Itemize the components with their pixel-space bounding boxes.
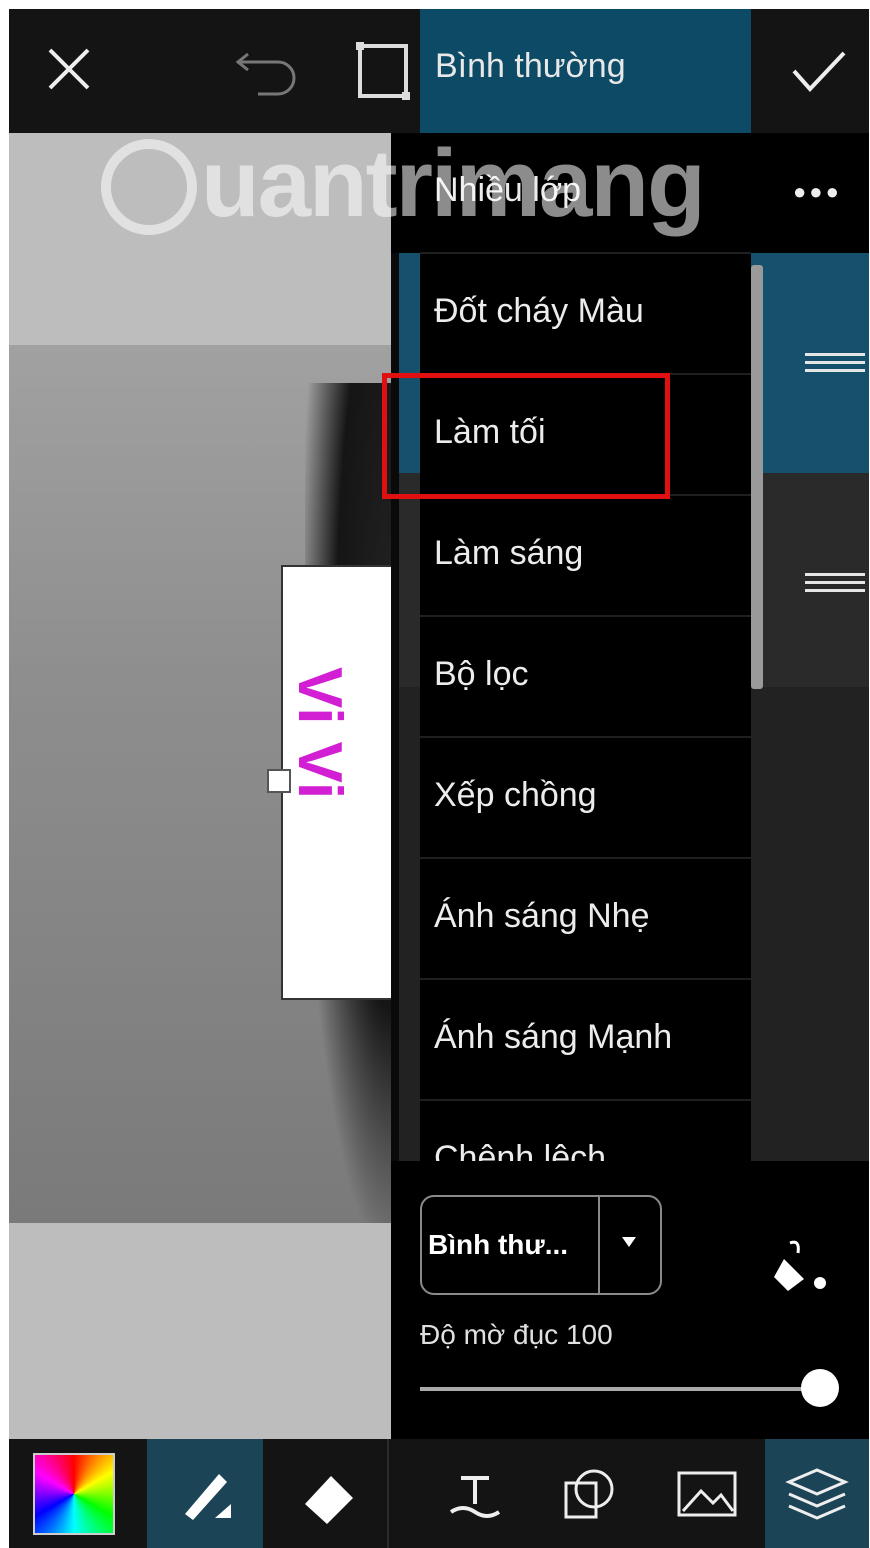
canvas[interactable]: Vi Vi	[9, 133, 391, 1439]
color-picker-icon	[33, 1452, 115, 1535]
blend-select-value: Bình thư...	[428, 1229, 569, 1260]
menu-item[interactable]: Bộ lọc	[420, 617, 751, 738]
blend-mode-label: Bình thường	[435, 47, 626, 85]
crop-icon[interactable]	[353, 39, 413, 103]
check-icon[interactable]	[787, 43, 851, 99]
undo-icon[interactable]	[231, 41, 301, 101]
color-picker-button[interactable]	[9, 1439, 139, 1548]
select-divider	[598, 1197, 600, 1293]
text-layer[interactable]: Vi Vi	[281, 565, 391, 1000]
blend-mode-select[interactable]: Bình thư...	[420, 1195, 662, 1295]
scrollbar[interactable]	[751, 265, 763, 689]
menu-item[interactable]: Làm sáng	[420, 496, 751, 617]
resize-handle[interactable]	[267, 769, 291, 793]
top-bar: Bình thường	[9, 9, 869, 133]
eraser-icon	[305, 1475, 353, 1524]
brush-icon	[185, 1473, 231, 1520]
layer-text: Vi Vi	[285, 667, 354, 800]
menu-item[interactable]: Ánh sáng Mạnh	[420, 980, 751, 1101]
fill-bucket-icon[interactable]	[765, 1235, 835, 1295]
menu-item[interactable]: Ánh sáng Nhẹ	[420, 859, 751, 980]
layers-button[interactable]	[765, 1439, 869, 1548]
image-button[interactable]	[657, 1439, 757, 1548]
chevron-down-icon	[622, 1237, 636, 1247]
layers-icon	[785, 1467, 849, 1520]
shape-button[interactable]	[539, 1439, 639, 1548]
text-icon	[449, 1475, 501, 1518]
shape-icon	[564, 1469, 614, 1518]
drag-handle-icon[interactable]	[805, 353, 865, 375]
blend-mode-menu: Nhiều lớp Đốt cháy Màu Làm tối Làm sáng …	[420, 133, 751, 1191]
more-icon[interactable]: ●●●	[793, 179, 842, 205]
eraser-button[interactable]	[271, 1439, 387, 1548]
close-icon[interactable]	[39, 39, 99, 99]
opacity-slider-track[interactable]	[420, 1387, 820, 1391]
brush-button[interactable]	[147, 1439, 263, 1548]
photo-bottom	[9, 1223, 391, 1439]
drag-handle-icon[interactable]	[805, 573, 865, 595]
opacity-label: Độ mờ đục 100	[420, 1319, 613, 1350]
image-icon	[677, 1471, 737, 1516]
app-frame: Vi Vi ●●● Nhiều lớp Đốt cháy Màu Làm tối…	[9, 9, 869, 1548]
lightbulb-logo-icon	[101, 139, 197, 235]
opacity-slider-knob[interactable]	[801, 1369, 839, 1407]
menu-item[interactable]: Xếp chồng	[420, 738, 751, 859]
bottom-toolbar	[9, 1439, 869, 1548]
watermark: uantrimang	[201, 130, 706, 237]
blend-mode-header[interactable]: Bình thường	[420, 9, 751, 133]
text-button[interactable]	[425, 1439, 525, 1548]
menu-item[interactable]: Đốt cháy Màu	[420, 254, 751, 375]
toolbar-divider	[387, 1439, 389, 1548]
highlight-annotation	[382, 373, 670, 499]
